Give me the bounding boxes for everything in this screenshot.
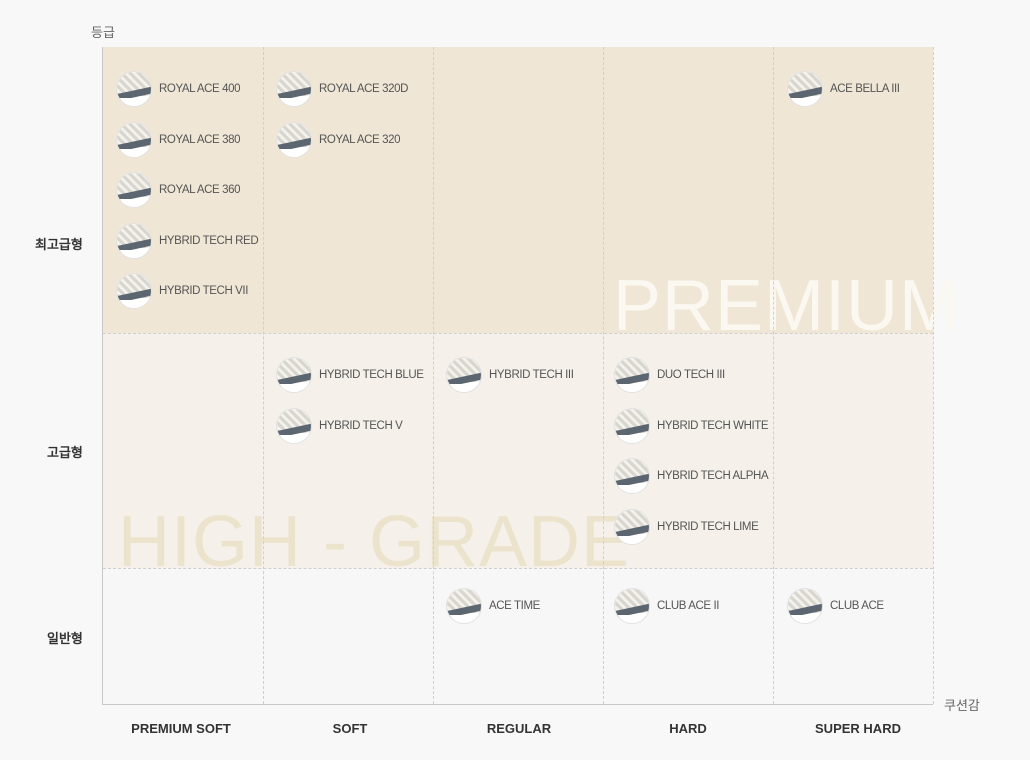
- col-label-super-hard: SUPER HARD: [815, 721, 901, 736]
- mattress-base: [277, 384, 311, 392]
- mattress-base: [788, 98, 822, 106]
- mattress-thumbnail-icon: [446, 588, 482, 624]
- mattress-base: [277, 434, 311, 443]
- product-item[interactable]: HYBRID TECH BLUE: [276, 357, 424, 393]
- mattress-base: [615, 434, 649, 443]
- product-name: HYBRID TECH VII: [159, 285, 248, 297]
- grid-hline: [103, 568, 933, 569]
- col-label-regular: REGULAR: [486, 721, 552, 736]
- product-item[interactable]: ROYAL ACE 320D: [276, 71, 408, 107]
- product-name: HYBRID TECH LIME: [657, 520, 759, 533]
- x-axis-line: [102, 704, 933, 705]
- row-label-top: 최고급형: [35, 237, 83, 252]
- mattress-thumbnail-icon: [276, 71, 312, 107]
- mattress-thumbnail-icon: [276, 407, 312, 444]
- product-name: ACE TIME: [489, 600, 540, 612]
- product-item[interactable]: ACE TIME: [446, 588, 540, 624]
- mattress-thumbnail-icon: [614, 407, 650, 444]
- product-item[interactable]: HYBRID TECH VII: [116, 273, 248, 309]
- mattress-thumbnail-icon: [614, 588, 650, 624]
- mattress-thumbnail-icon: [787, 71, 823, 107]
- grid-hline: [103, 333, 933, 334]
- mattress-base: [277, 148, 311, 157]
- col-label-soft: SOFT: [332, 721, 368, 736]
- mattress-base: [117, 249, 151, 258]
- mattress-base: [117, 300, 151, 308]
- product-item[interactable]: ROYAL ACE 400: [116, 71, 241, 107]
- product-item[interactable]: HYBRID TECH ALPHA: [614, 458, 769, 494]
- mattress-thumbnail-icon: [614, 508, 650, 545]
- grid-vline: [263, 47, 264, 704]
- product-item[interactable]: HYBRID TECH V: [276, 407, 403, 444]
- mattress-thumbnail-icon: [116, 71, 152, 107]
- product-item[interactable]: CLUB ACE: [787, 588, 884, 624]
- x-axis-title: 쿠션감: [944, 698, 980, 713]
- mattress-base: [447, 384, 481, 392]
- grid-vline: [773, 47, 774, 704]
- mattress-base: [788, 615, 822, 623]
- mattress-base: [615, 615, 649, 623]
- grid-vline: [603, 47, 604, 704]
- col-label-premium-soft: PREMIUM SOFT: [131, 721, 231, 736]
- product-name: HYBRID TECH BLUE: [319, 369, 424, 381]
- product-name: HYBRID TECH RED: [159, 234, 259, 247]
- product-name: DUO TECH III: [657, 369, 725, 381]
- mattress-thumbnail-icon: [614, 357, 650, 393]
- mattress-base: [117, 148, 151, 157]
- mattress-base: [117, 98, 151, 106]
- product-name: HYBRID TECH ALPHA: [657, 470, 769, 482]
- watermark-premium: PREMIUM: [613, 266, 960, 346]
- grid-vline: [433, 47, 434, 704]
- mattress-thumbnail-icon: [116, 222, 152, 259]
- mattress-base: [615, 384, 649, 392]
- mattress-thumbnail-icon: [276, 121, 312, 158]
- mattress-thumbnail-icon: [116, 273, 152, 309]
- product-item[interactable]: HYBRID TECH WHITE: [614, 407, 769, 444]
- row-label-high: 고급형: [47, 445, 83, 460]
- mattress-thumbnail-icon: [276, 357, 312, 393]
- y-axis-title: 등급: [91, 25, 115, 40]
- mattress-base: [447, 615, 481, 623]
- mattress-thumbnail-icon: [446, 357, 482, 393]
- product-item[interactable]: ROYAL ACE 320: [276, 121, 401, 158]
- row-label-normal: 일반형: [47, 631, 83, 646]
- grid-vline: [933, 47, 934, 704]
- product-item[interactable]: CLUB ACE II: [614, 588, 719, 624]
- product-name: ROYAL ACE 320: [319, 133, 401, 146]
- mattress-thumbnail-icon: [116, 172, 152, 208]
- product-name: CLUB ACE II: [657, 600, 720, 612]
- product-item[interactable]: HYBRID TECH LIME: [614, 508, 759, 545]
- product-item[interactable]: ROYAL ACE 360: [116, 172, 241, 208]
- product-name: ACE BELLA III: [830, 83, 900, 95]
- mattress-thumbnail-icon: [116, 121, 152, 158]
- product-item[interactable]: DUO TECH III: [614, 357, 725, 393]
- product-name: ROYAL ACE 320D: [319, 83, 408, 95]
- product-name: ROYAL ACE 360: [159, 184, 241, 196]
- mattress-thumbnail-icon: [787, 588, 823, 624]
- product-name: HYBRID TECH V: [319, 419, 403, 432]
- product-name: CLUB ACE: [830, 600, 884, 612]
- col-label-hard: HARD: [669, 721, 707, 736]
- mattress-base: [117, 199, 151, 207]
- product-name: HYBRID TECH WHITE: [657, 419, 769, 432]
- product-item[interactable]: ACE BELLA III: [787, 71, 900, 107]
- y-axis-line: [102, 47, 103, 705]
- product-item[interactable]: HYBRID TECH RED: [116, 222, 259, 259]
- mattress-base: [615, 535, 649, 544]
- product-item[interactable]: HYBRID TECH III: [446, 357, 574, 393]
- mattress-base: [277, 98, 311, 106]
- product-name: ROYAL ACE 400: [159, 83, 241, 95]
- mattress-base: [615, 485, 649, 493]
- product-name: HYBRID TECH III: [489, 369, 574, 381]
- mattress-thumbnail-icon: [614, 458, 650, 494]
- product-name: ROYAL ACE 380: [159, 133, 241, 146]
- product-item[interactable]: ROYAL ACE 380: [116, 121, 241, 158]
